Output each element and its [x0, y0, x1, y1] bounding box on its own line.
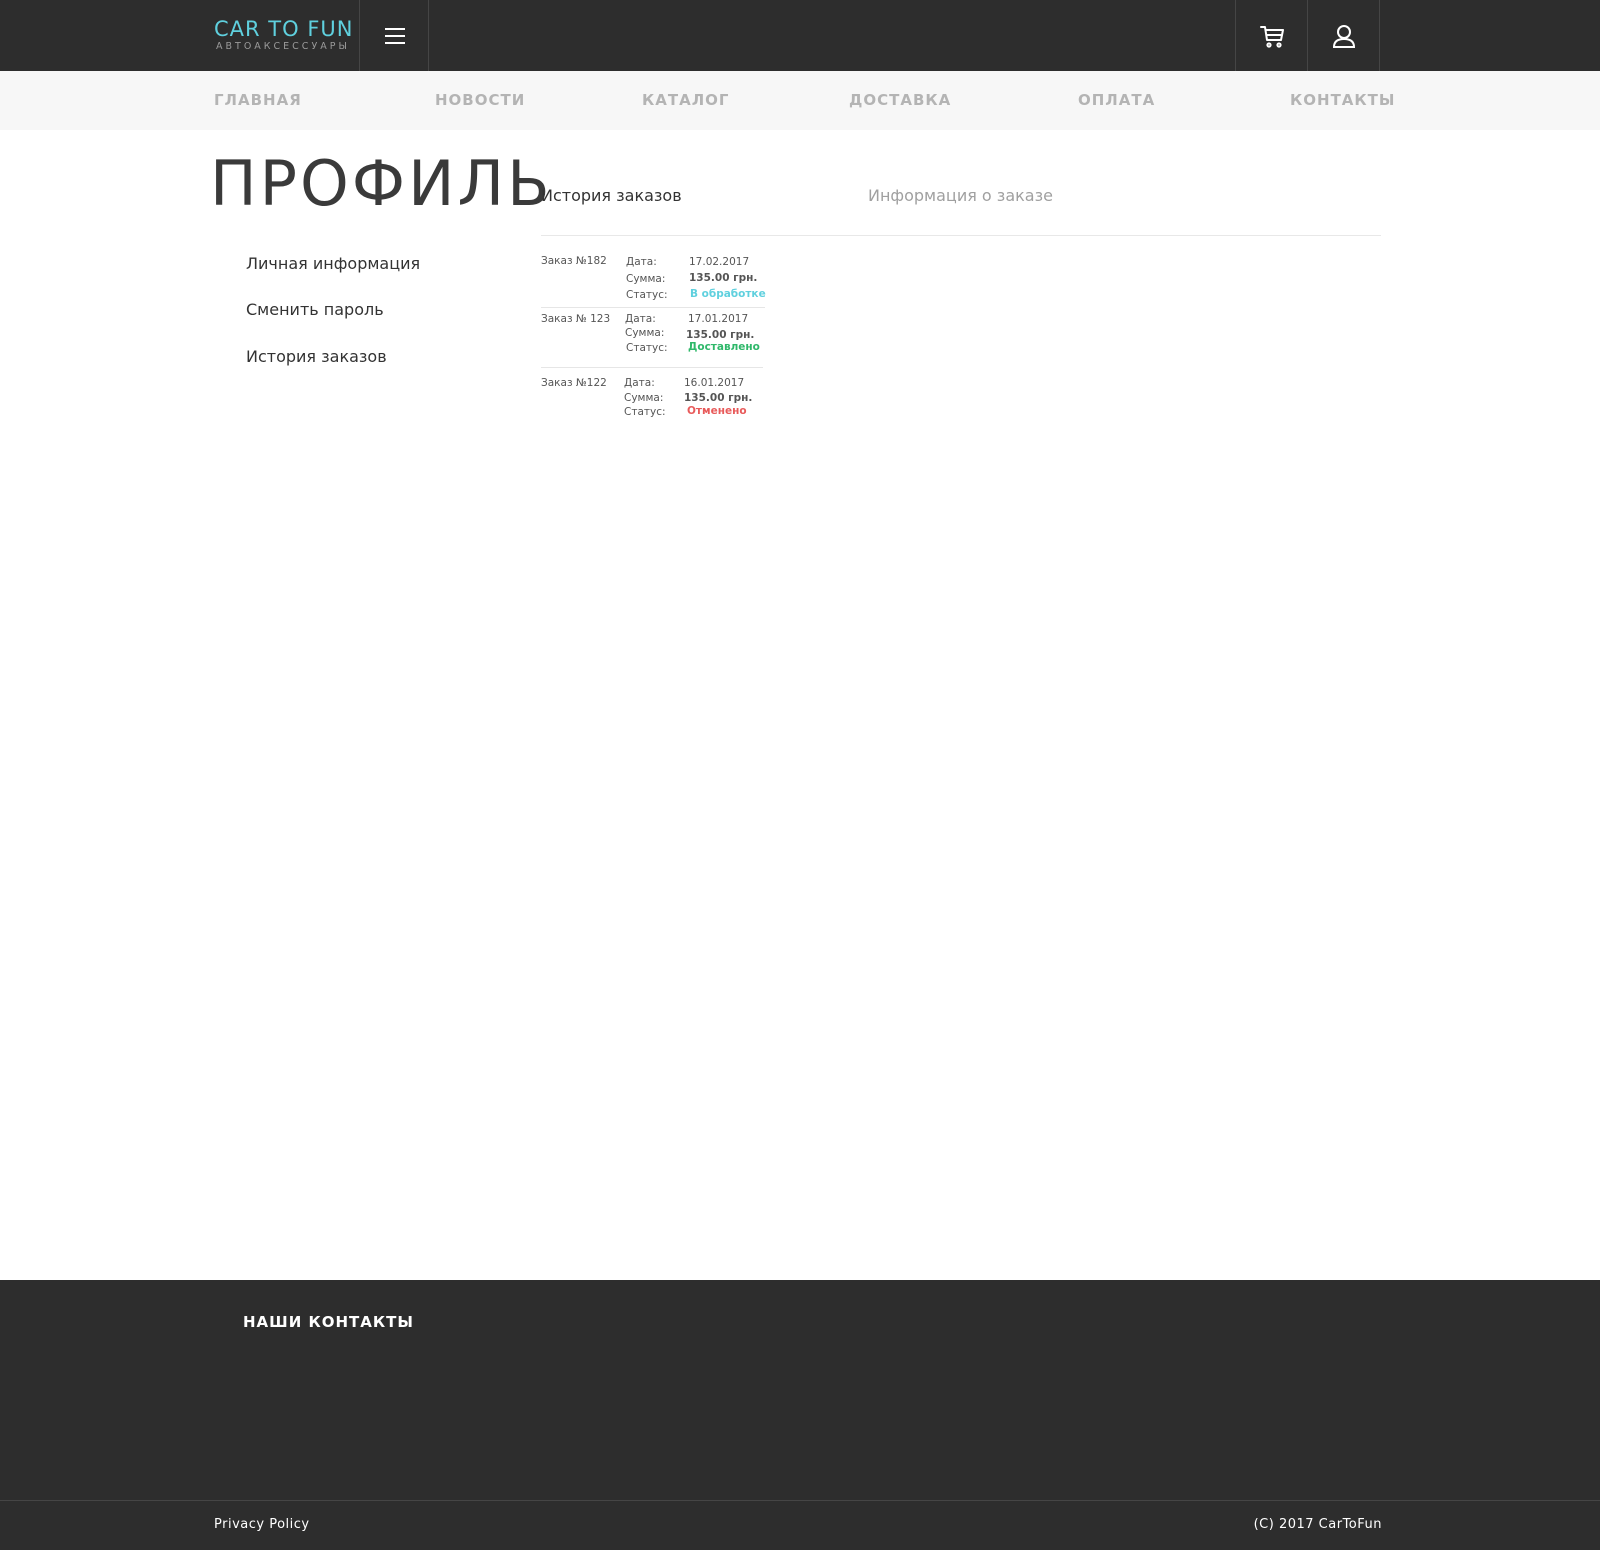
nav-item-payment[interactable]: ОПЛАТА — [1078, 91, 1155, 109]
header-divider — [1379, 0, 1380, 71]
order-sum: 135.00 грн. — [689, 272, 758, 284]
order-status-label: Статус: — [626, 289, 668, 301]
order-number: Заказ № 123 — [541, 313, 611, 325]
order-sum: 135.00 грн. — [684, 392, 753, 404]
order-number: Заказ №182 — [541, 255, 607, 267]
order-sum-label: Сумма: — [626, 273, 666, 285]
nav-item-news[interactable]: НОВОСТИ — [435, 91, 525, 109]
order-sum: 135.00 грн. — [686, 329, 755, 341]
order-date: 17.01.2017 — [688, 313, 749, 325]
hamburger-menu-icon — [384, 27, 405, 44]
sidebar-item-personal-info[interactable]: Личная информация — [246, 254, 420, 274]
main-nav: ГЛАВНАЯ НОВОСТИ КАТАЛОГ ДОСТАВКА ОПЛАТА … — [0, 71, 1600, 130]
footer-title: НАШИ КОНТАКТЫ — [243, 1313, 414, 1331]
tab-order-history[interactable]: История заказов — [541, 186, 682, 206]
nav-item-contacts[interactable]: КОНТАКТЫ — [1290, 91, 1395, 109]
order-date: 16.01.2017 — [684, 377, 745, 389]
cart-button[interactable] — [1236, 0, 1307, 71]
footer: НАШИ КОНТАКТЫ Privacy Policy (C) 2017 Ca… — [0, 1280, 1600, 1550]
page-title: ПРОФИЛЬ — [210, 147, 553, 220]
sidebar-item-order-history[interactable]: История заказов — [246, 347, 387, 367]
order-date-label: Дата: — [624, 377, 655, 389]
user-button[interactable] — [1308, 0, 1379, 71]
nav-item-delivery[interactable]: ДОСТАВКА — [849, 91, 951, 109]
user-icon — [1332, 24, 1355, 48]
nav-item-home[interactable]: ГЛАВНАЯ — [214, 91, 302, 109]
nav-item-catalog[interactable]: КАТАЛОГ — [642, 91, 729, 109]
cart-icon — [1259, 25, 1284, 48]
order-date: 17.02.2017 — [689, 256, 750, 268]
tab-order-info[interactable]: Информация о заказе — [868, 186, 1053, 206]
copyright: (C) 2017 CarToFun — [1253, 1517, 1382, 1532]
order-date-label: Дата: — [625, 313, 656, 325]
order-number: Заказ №122 — [541, 377, 607, 389]
order-date-label: Дата: — [626, 256, 657, 268]
order-sum-label: Сумма: — [624, 392, 664, 404]
logo-subtitle: АВТОАКСЕССУАРЫ — [216, 41, 350, 52]
header-divider — [428, 0, 429, 71]
order-status: В обработке — [690, 288, 766, 300]
order-separator — [541, 367, 763, 368]
order-status-label: Статус: — [624, 406, 666, 418]
sidebar-item-change-password[interactable]: Сменить пароль — [246, 300, 384, 320]
order-separator — [541, 307, 765, 308]
menu-button[interactable] — [360, 0, 429, 71]
order-status: Доставлено — [688, 341, 760, 353]
order-status-label: Статус: — [626, 342, 668, 354]
privacy-policy-link[interactable]: Privacy Policy — [214, 1517, 310, 1533]
order-status: Отменено — [687, 405, 747, 417]
footer-divider — [0, 1500, 1600, 1501]
top-header: CAR TO FUN АВТОАКСЕССУАРЫ — [0, 0, 1600, 71]
logo-title: CAR TO FUN — [214, 17, 354, 41]
tabs-divider — [541, 235, 1381, 236]
logo[interactable]: CAR TO FUN АВТОАКСЕССУАРЫ — [214, 16, 354, 52]
order-sum-label: Сумма: — [625, 327, 665, 339]
